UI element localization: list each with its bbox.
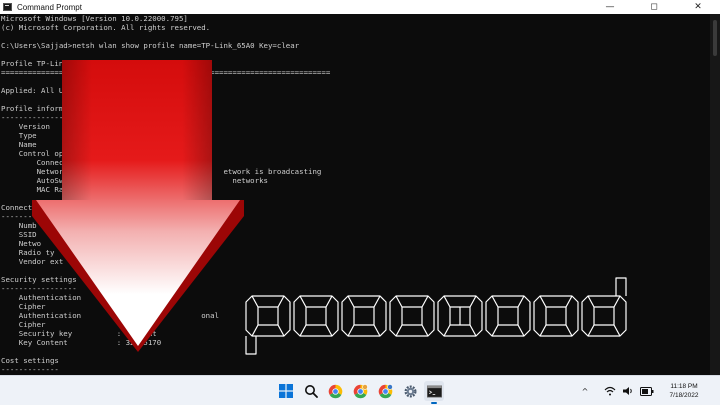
taskbar-clock[interactable]: 11:18 PM 7/18/2022 [662,382,706,400]
start-button[interactable] [276,381,296,401]
clock-date: 7/18/2022 [669,392,699,399]
command-prompt-icon [426,385,442,397]
console-line: Network etwork is broadcasting [1,167,322,176]
console-line: Control opt [1,149,68,158]
console-line: --------------- [1,113,68,122]
console-line: Authentication onal [1,311,220,320]
taskbar-search-button[interactable] [301,381,321,401]
console-line: Security settings [1,275,77,284]
console-line: Authentication [1,293,82,302]
window-controls: — ◻ ✕ [588,0,720,14]
battery-icon [640,386,654,396]
close-button[interactable]: ✕ [676,0,720,14]
console-line: ========================================… [1,68,331,77]
console-line: -------- [1,212,37,221]
console-line: Name [1,140,37,149]
show-hidden-icons-button[interactable]: ^ [578,381,592,401]
maximize-button[interactable]: ◻ [632,0,676,14]
window-title: Command Prompt [17,2,82,12]
chrome-profile-2-icon [378,383,393,398]
console-line: Numb [1,221,37,230]
chevron-up-icon: ^ [581,386,589,396]
taskbar-chrome-button[interactable] [325,381,345,401]
console-line: C:\Users\Sajjad>netsh wlan show profile … [1,41,300,50]
console-line: (c) Microsoft Corporation. All rights re… [1,23,211,32]
chrome-icon [328,384,342,398]
console-line: Radio ty [1,248,55,257]
console-line: ----------------- [1,284,77,293]
console-line: Cipher [1,302,46,311]
console-line: Connect [1,158,68,167]
speaker-icon [623,387,632,395]
console-line: Key Content : 32645170 [1,338,162,347]
quick-settings-button[interactable] [600,381,658,401]
scrollbar-thumb[interactable] [713,20,717,56]
console-line: Cipher : C [1,320,131,329]
console-line: Version [1,122,50,131]
console-line: SSID [1,230,37,239]
windows-logo-icon [279,384,293,398]
console-line: Vendor ext [1,257,64,266]
taskbar-command-prompt-button[interactable] [424,381,444,404]
console-line: Applied: All Us [1,86,68,95]
active-app-indicator [431,402,437,404]
wifi-icon [604,386,616,396]
taskbar: ^ 11:18 PM 7/18/2022 [0,375,720,405]
console-line: Type [1,131,37,140]
taskbar-settings-button[interactable] [400,381,420,401]
console-line: Netwo [1,239,42,248]
console-line: Connecti [1,203,37,212]
taskbar-chrome-profile-button[interactable] [350,381,370,401]
clock-time: 11:18 PM [670,383,698,390]
console-line: MAC Ran [1,185,68,194]
console-scrollbar[interactable] [710,14,720,375]
console-line: ------------- [1,365,59,374]
chrome-profile-icon [353,383,368,398]
console-line: Security key : Present [1,329,157,338]
search-icon [305,385,318,398]
console-output[interactable]: Microsoft Windows [Version 10.0.22000.79… [0,14,710,375]
console-line: Cost settings [1,356,59,365]
command-prompt-app-icon [3,3,12,11]
console-line: AutoSw networks [1,176,268,185]
taskbar-chrome-profile-2-button[interactable] [375,381,395,401]
console-line: Profile informa [1,104,68,113]
console-line: Microsoft Windows [Version 10.0.22000.79… [1,14,188,23]
minimize-button[interactable]: — [588,0,632,14]
settings-icon [404,385,416,397]
window-title-bar[interactable]: Command Prompt — ◻ ✕ [0,0,720,14]
console-line: Profile TP-Link_ [1,59,73,68]
